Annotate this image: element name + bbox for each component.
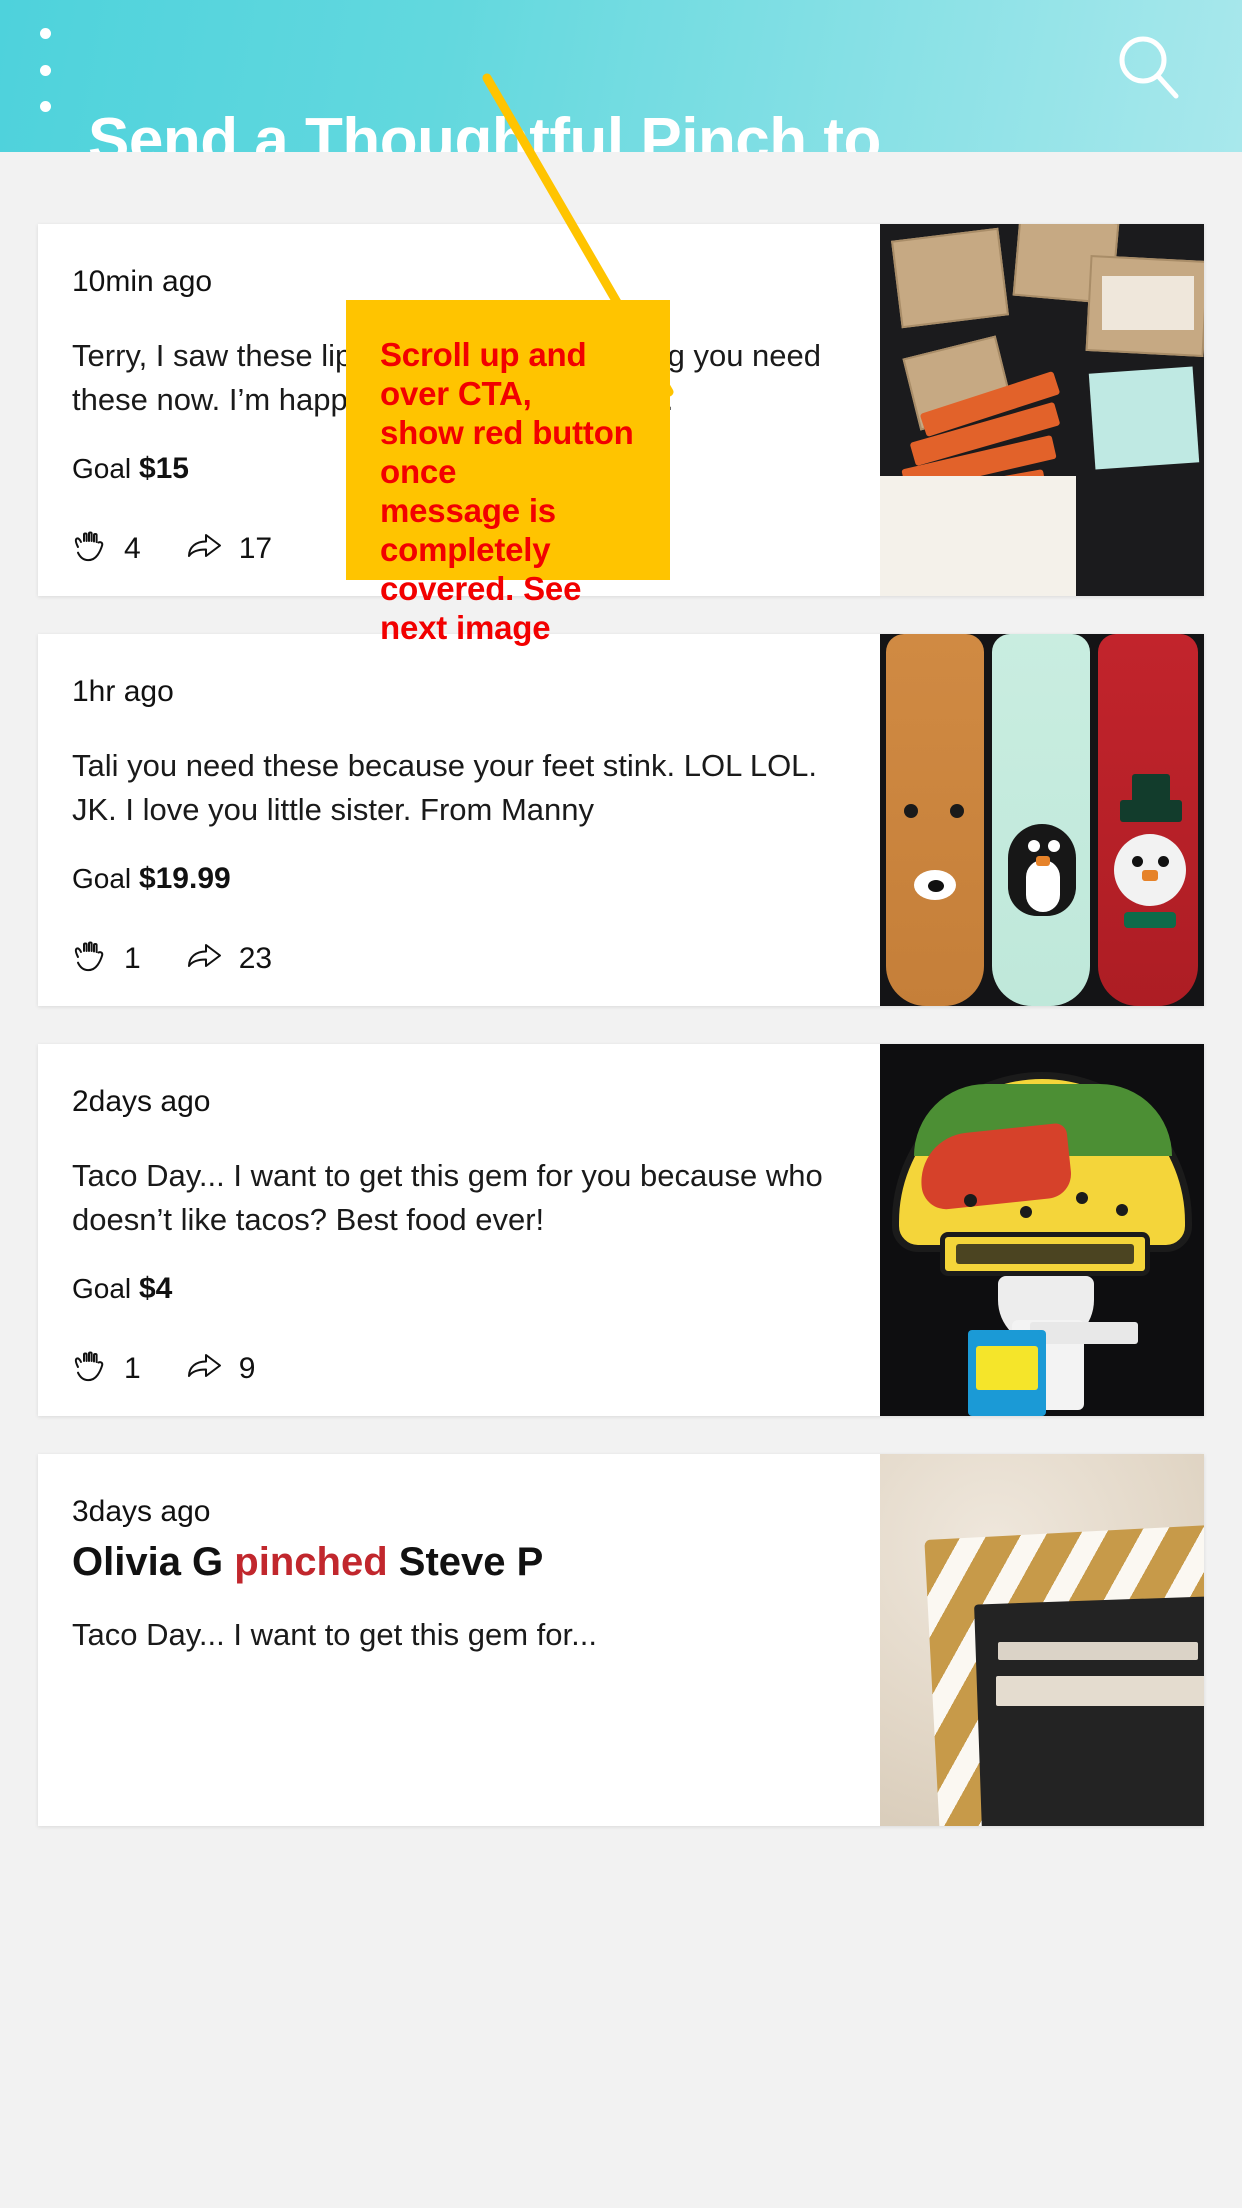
card-stats-row: 1 9 — [72, 1350, 850, 1387]
card-timestamp: 1hr ago — [72, 675, 174, 708]
list-item[interactable]: 3days ago Olivia G pinched Steve P Taco … — [38, 1454, 1204, 1826]
card-message: Taco Day... I want to get this gem for y… — [72, 1158, 823, 1238]
share-count: 17 — [238, 531, 273, 565]
share-count: 23 — [238, 941, 273, 975]
card-message: Taco Day... I want to get this gem for..… — [72, 1616, 597, 1652]
pinch-count-button[interactable]: 4 — [72, 530, 141, 567]
card-body: 2days ago Barb P pinched Gustavo L Taco … — [38, 1044, 880, 1416]
kebab-menu-icon[interactable] — [34, 28, 56, 112]
card-body: 1hr ago Emanuel L pinched Natalia... Tal… — [38, 634, 880, 1006]
list-item[interactable]: 1hr ago Emanuel L pinched Natalia... Tal… — [38, 634, 1204, 1006]
share-arrow-icon — [185, 530, 225, 567]
card-receiver-name: Steve P — [398, 1540, 544, 1584]
pinch-count: 1 — [124, 1351, 141, 1385]
app-root: Send a Thoughtful Pinch to 10min ago Bar… — [0, 0, 1242, 2208]
pinch-count: 4 — [124, 531, 141, 565]
annotation-line: message is completely — [380, 491, 556, 568]
goal-label: Goal — [72, 863, 132, 895]
card-body: 3days ago Olivia G pinched Steve P Taco … — [38, 1454, 880, 1826]
kebab-dot — [39, 28, 51, 39]
goal-amount: $4 — [138, 1272, 173, 1306]
card-photo — [880, 634, 1204, 1006]
kebab-dot — [39, 64, 51, 76]
pinch-hand-icon — [72, 1350, 110, 1387]
search-icon[interactable] — [1110, 28, 1188, 106]
annotation-line: show red button once — [380, 413, 634, 490]
card-photo — [880, 1044, 1204, 1416]
share-count-button[interactable]: 9 — [185, 1350, 256, 1387]
card-headline: Olivia G pinched Steve P — [72, 1538, 850, 1587]
goal-label: Goal — [72, 453, 132, 485]
card-photo — [880, 224, 1204, 596]
share-count: 9 — [238, 1351, 256, 1385]
goal-amount: $15 — [138, 452, 189, 486]
card-verb: pinched — [234, 1540, 388, 1584]
annotation-line: covered. See next image — [380, 569, 582, 646]
list-item[interactable]: 2days ago Barb P pinched Gustavo L Taco … — [38, 1044, 1204, 1416]
card-goal: Goal $4 — [72, 1272, 850, 1306]
annotation-line: Scroll up and over CTA, — [380, 336, 587, 412]
pinch-count: 1 — [124, 941, 141, 975]
pinch-count-button[interactable]: 1 — [72, 940, 141, 977]
goal-amount: $19.99 — [138, 862, 231, 896]
goal-label: Goal — [72, 1273, 132, 1305]
card-stats-row: 1 23 — [72, 940, 850, 977]
card-message: Tali you need these because your feet st… — [72, 748, 818, 828]
card-photo — [880, 1454, 1204, 1826]
card-goal: Goal $19.99 — [72, 862, 850, 896]
card-timestamp: 10min ago — [72, 265, 213, 298]
card-timestamp: 2days ago — [72, 1085, 211, 1118]
share-count-button[interactable]: 17 — [185, 530, 272, 567]
pinch-hand-icon — [72, 530, 110, 567]
card-giver-name: Olivia G — [72, 1540, 224, 1584]
share-count-button[interactable]: 23 — [185, 940, 272, 977]
card-timestamp: 3days ago — [72, 1495, 211, 1528]
pinch-count-button[interactable]: 1 — [72, 1350, 141, 1387]
share-arrow-icon — [185, 940, 225, 977]
share-arrow-icon — [185, 1350, 225, 1387]
pinch-hand-icon — [72, 940, 110, 977]
annotation-callout: Scroll up and over CTA, show red button … — [346, 300, 670, 646]
